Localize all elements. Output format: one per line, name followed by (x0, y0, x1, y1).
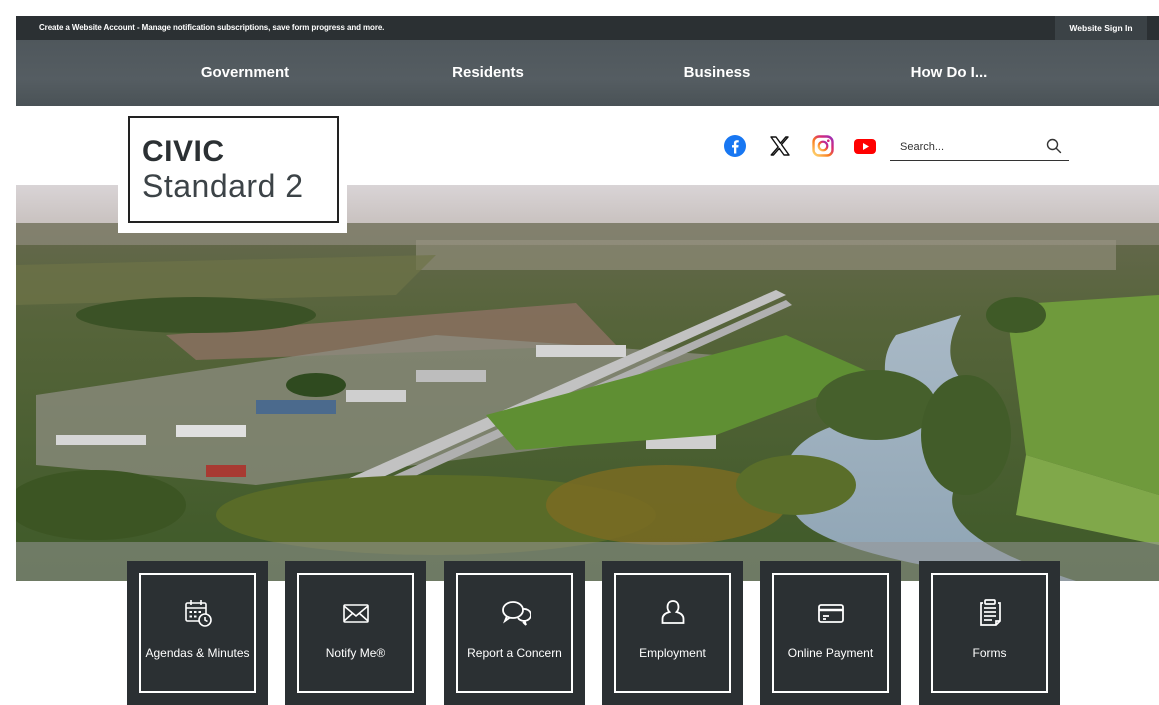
quick-link-border: Employment (614, 573, 731, 693)
speech-bubbles-icon (499, 597, 532, 629)
create-account-link[interactable]: Create a Website Account - Manage notifi… (39, 16, 384, 40)
site-search (890, 134, 1069, 161)
quick-link-agendas-minutes[interactable]: Agendas & Minutes (127, 561, 268, 705)
website-sign-in-button[interactable]: Website Sign In (1055, 16, 1147, 40)
quick-link-border: Online Payment (772, 573, 889, 693)
hero-image (16, 185, 1159, 581)
facebook-icon[interactable] (723, 134, 747, 158)
logo-line-civic: CIVIC (142, 135, 225, 168)
quick-link-forms[interactable]: Forms (919, 561, 1060, 705)
quick-link-label: Forms (972, 646, 1007, 660)
quick-link-border: Agendas & Minutes (139, 573, 256, 693)
x-icon[interactable] (768, 134, 792, 158)
quick-link-label: Notify Me® (325, 646, 386, 660)
logo-frame: CIVIC Standard 2 (128, 116, 339, 223)
quick-link-label: Online Payment (787, 646, 874, 660)
search-input[interactable] (900, 138, 1040, 156)
quick-link-border: Report a Concern (456, 573, 573, 693)
person-icon (657, 597, 689, 629)
utility-bar: Create a Website Account - Manage notifi… (16, 16, 1159, 40)
youtube-icon[interactable] (853, 134, 877, 158)
main-navigation: Government Residents Business How Do I..… (16, 40, 1159, 106)
page-frame: Create a Website Account - Manage notifi… (16, 16, 1159, 705)
quick-link-label: Report a Concern (467, 646, 562, 660)
quick-link-notify-me[interactable]: Notify Me® (285, 561, 426, 705)
nav-item-government[interactable]: Government (201, 40, 289, 106)
quick-link-border: Forms (931, 573, 1048, 693)
quick-link-border: Notify Me® (297, 573, 414, 693)
instagram-icon[interactable] (811, 134, 835, 158)
quick-link-label: Agendas & Minutes (145, 646, 250, 660)
quick-link-report-concern[interactable]: Report a Concern (444, 561, 585, 705)
search-icon[interactable] (1045, 137, 1063, 155)
nav-item-business[interactable]: Business (684, 40, 751, 106)
site-logo[interactable]: CIVIC Standard 2 (118, 116, 347, 233)
quick-link-label: Employment (639, 646, 706, 660)
nav-item-residents[interactable]: Residents (452, 40, 524, 106)
quick-link-online-payment[interactable]: Online Payment (760, 561, 901, 705)
nav-item-how-do-i[interactable]: How Do I... (911, 40, 988, 106)
logo-line-standard: Standard 2 (142, 168, 304, 204)
hero-landscape-illustration (16, 185, 1159, 581)
credit-card-icon (815, 597, 847, 629)
envelope-icon (340, 597, 372, 629)
quick-link-employment[interactable]: Employment (602, 561, 743, 705)
calendar-clock-icon (182, 597, 214, 629)
document-stack-icon (974, 597, 1006, 629)
